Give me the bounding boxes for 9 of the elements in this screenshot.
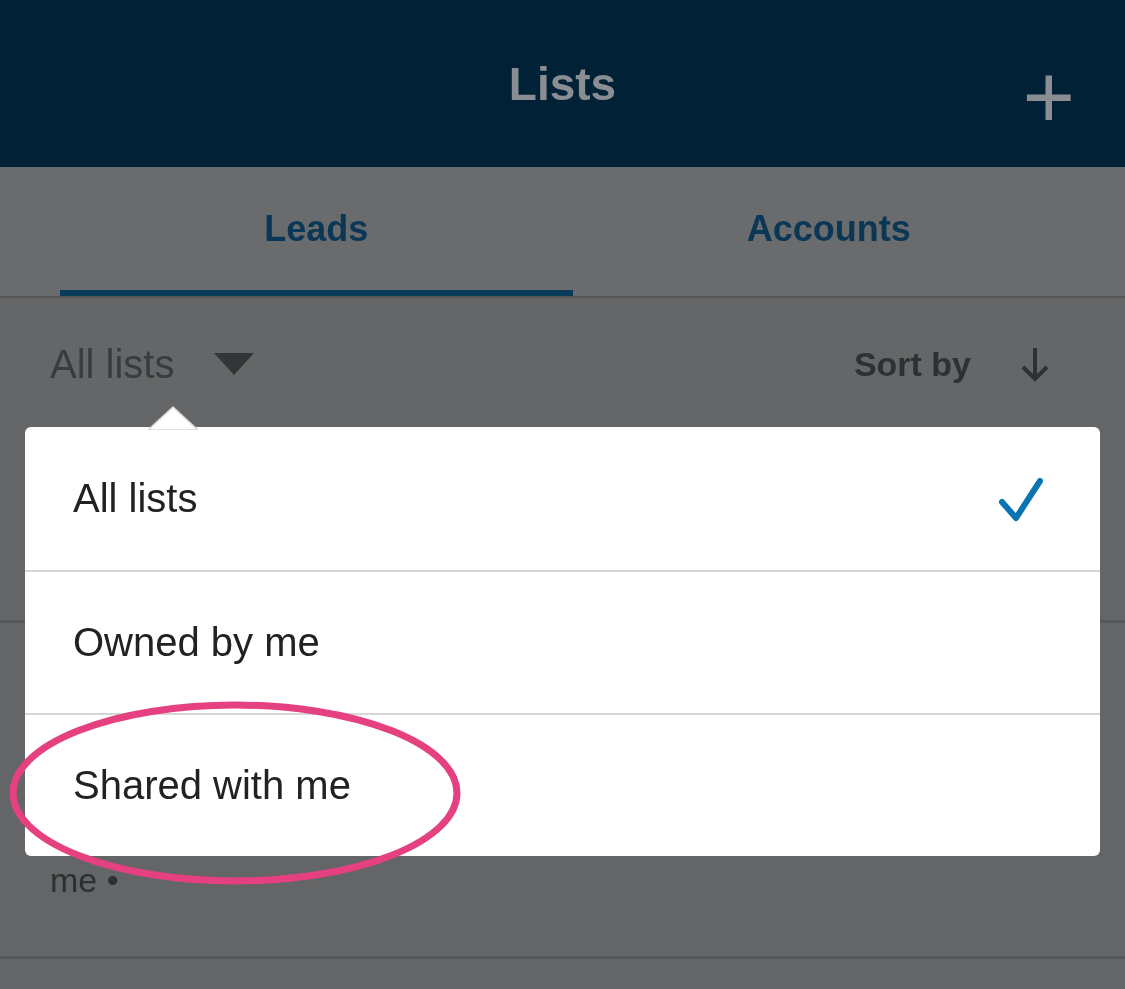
menu-item[interactable]: All lists <box>25 427 1100 570</box>
page-title: Lists <box>508 56 617 111</box>
menu-item[interactable]: Owned by me <box>25 570 1100 713</box>
menu-item-label: Shared with me <box>73 763 351 808</box>
add-button[interactable]: + <box>1022 62 1075 132</box>
menu-item-label: All lists <box>73 476 198 521</box>
menu-item-label: Owned by me <box>73 620 320 665</box>
caret-icon <box>214 353 255 375</box>
menu-item[interactable]: Shared with me <box>25 713 1100 856</box>
